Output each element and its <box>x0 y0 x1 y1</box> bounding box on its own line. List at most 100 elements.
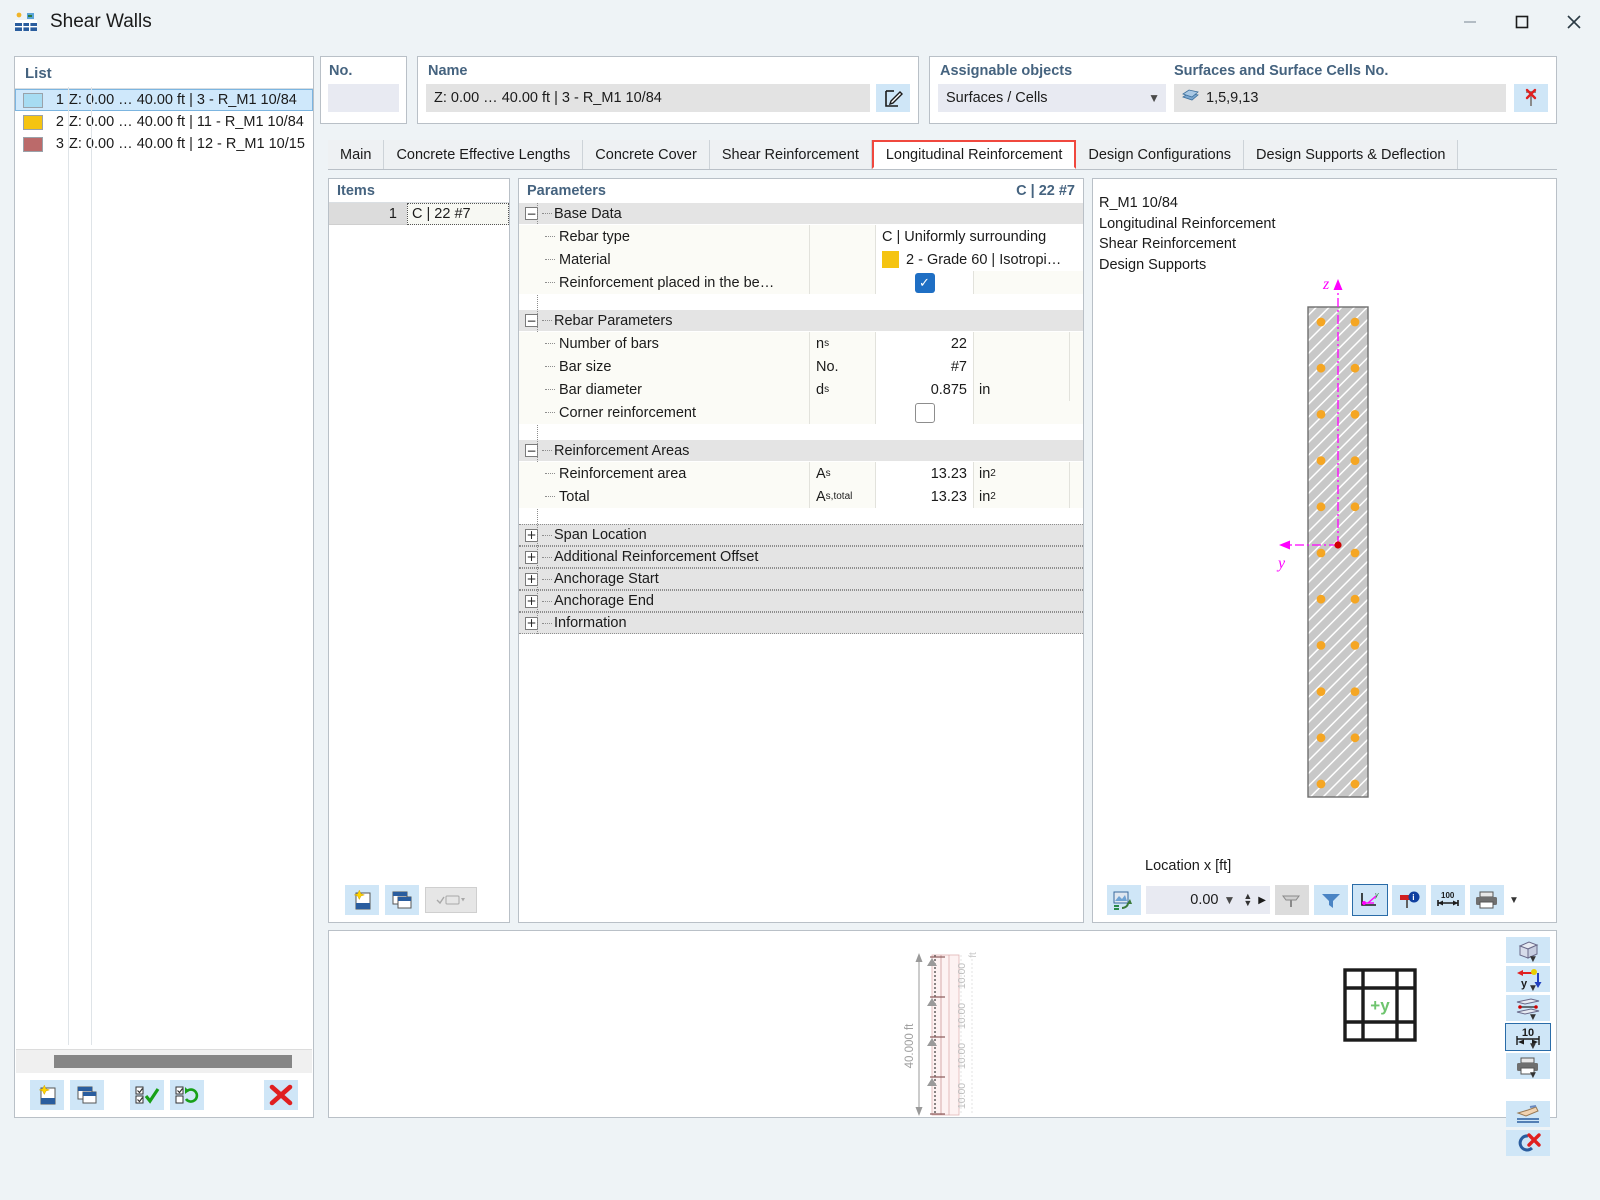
parameter-value: #7 <box>951 359 967 375</box>
group-spacer <box>519 294 1083 310</box>
axis-dropdown-icon[interactable]: ▼ <box>1528 975 1538 1001</box>
axis-orientation-widget[interactable]: +y <box>1342 967 1418 1047</box>
parameter-row[interactable]: Material2 - Grade 60 | Isotropi… <box>519 248 1083 271</box>
funnel-icon[interactable] <box>1314 885 1348 915</box>
rebar-dot <box>1317 780 1326 789</box>
new-item-button[interactable] <box>345 885 379 915</box>
surfaces-value: 1,5,9,13 <box>1206 90 1258 106</box>
list-item[interactable]: 2Z: 0.00 … 40.00 ft | 11 - R_M1 10/84 <box>15 111 313 133</box>
parameter-row[interactable]: Rebar typeC | Uniformly surrounding <box>519 225 1083 248</box>
unit-superscript: 2 <box>990 491 996 502</box>
edit-pencil-icon[interactable] <box>876 84 910 112</box>
parameter-row[interactable]: Corner reinforcement <box>519 401 1083 424</box>
parameter-group-header[interactable]: −Reinforcement Areas <box>519 440 1083 462</box>
parameter-row[interactable]: Reinforcement areaAs13.23in2 <box>519 462 1083 485</box>
list-item[interactable]: 1Z: 0.00 … 40.00 ft | 3 - R_M1 10/84 <box>15 89 313 111</box>
delete-button[interactable] <box>264 1080 298 1110</box>
list-item[interactable]: 3Z: 0.00 … 40.00 ft | 12 - R_M1 10/15 <box>15 133 313 155</box>
parameter-value-cell[interactable]: 13.23 <box>875 485 973 508</box>
item-dropdown-button[interactable] <box>425 887 477 913</box>
parameter-group-header[interactable]: −Base Data <box>519 203 1083 225</box>
tab-longitudinal-reinforcement[interactable]: Longitudinal Reinforcement <box>872 140 1077 169</box>
cube-dropdown-icon[interactable]: ▼ <box>1528 946 1538 972</box>
surfaces-label: Surfaces and Surface Cells No. <box>1174 57 1388 84</box>
parameter-value-cell[interactable]: #7 <box>875 355 973 378</box>
close-red-x-icon[interactable] <box>1506 1130 1550 1156</box>
no-input[interactable] <box>328 84 399 112</box>
name-input[interactable]: Z: 0.00 … 40.00 ft | 3 - R_M1 10/84 <box>426 84 870 112</box>
parameter-checkbox-cell[interactable] <box>875 401 973 424</box>
parameter-row[interactable]: Reinforcement placed in the be…✓ <box>519 271 1083 294</box>
printer-dropdown-icon[interactable]: ▼ <box>1509 895 1519 906</box>
item-value[interactable]: C | 22 #7 <box>407 203 509 225</box>
parameter-row[interactable]: Bar diameterds0.875in <box>519 378 1083 401</box>
parameter-symbol: No. <box>809 355 875 378</box>
tree-dash <box>542 535 552 536</box>
rebar-dot <box>1317 364 1326 373</box>
maximize-button[interactable] <box>1496 0 1548 44</box>
scrollbar-thumb[interactable] <box>54 1055 292 1068</box>
parameter-checkbox-cell[interactable]: ✓ <box>875 271 973 294</box>
rebar-dot <box>1317 595 1326 604</box>
local-axes-icon[interactable]: y <box>1353 885 1387 915</box>
parameter-group-header-collapsed[interactable]: +Anchorage End <box>519 590 1083 612</box>
parameter-value-cell[interactable]: 22 <box>875 332 973 355</box>
assignable-objects-select[interactable]: Surfaces / Cells ▼ <box>938 84 1166 112</box>
copy-item-button[interactable] <box>70 1080 104 1110</box>
export-picture-icon[interactable] <box>1107 885 1141 915</box>
section-cut-icon[interactable] <box>1275 885 1309 915</box>
parameter-group-header-collapsed[interactable]: +Anchorage Start <box>519 568 1083 590</box>
parameter-empty-cell <box>973 401 1083 424</box>
invert-selection-button[interactable] <box>170 1080 204 1110</box>
parameter-group-header-collapsed[interactable]: +Information <box>519 612 1083 634</box>
tab-design-configurations[interactable]: Design Configurations <box>1076 140 1244 169</box>
list-item-label: Z: 0.00 … 40.00 ft | 3 - R_M1 10/84 <box>69 92 297 108</box>
dimension-100-icon[interactable]: 100 <box>1431 885 1465 915</box>
parameter-value-cell[interactable]: C | Uniformly surrounding <box>875 225 1083 248</box>
parameter-group-header-collapsed[interactable]: +Span Location <box>519 524 1083 546</box>
parameter-row[interactable]: Bar sizeNo.#7 <box>519 355 1083 378</box>
parameter-value-cell[interactable]: 0.875 <box>875 378 973 401</box>
minimize-button[interactable] <box>1444 0 1496 44</box>
parameter-row[interactable]: Number of barsns22 <box>519 332 1083 355</box>
tree-dash <box>542 213 552 214</box>
tab-concrete-cover[interactable]: Concrete Cover <box>583 140 710 169</box>
parameter-value: 13.23 <box>931 489 967 505</box>
list-horizontal-scrollbar[interactable] <box>16 1049 312 1073</box>
scale-dropdown-icon[interactable]: ▼ <box>1528 1033 1538 1059</box>
rebar-dot <box>1351 410 1360 419</box>
info-pin-icon[interactable]: i <box>1392 885 1426 915</box>
parameter-row[interactable]: TotalAs,total13.23in2 <box>519 485 1083 508</box>
parameter-group-header-collapsed[interactable]: +Additional Reinforcement Offset <box>519 546 1083 568</box>
parameter-group-header[interactable]: −Rebar Parameters <box>519 310 1083 332</box>
chevron-down-icon[interactable]: ▼ <box>1223 893 1235 907</box>
new-item-button[interactable] <box>30 1080 64 1110</box>
parameter-value-cell[interactable]: 13.23 <box>875 462 973 485</box>
close-button[interactable] <box>1548 0 1600 44</box>
model-3d-view[interactable]: 40.000 ft 10.00 10.00 10.00 10.00 ft +y … <box>328 930 1557 1118</box>
location-x-spinner[interactable]: 0.00 ▼ ▲▼ ▶ <box>1146 886 1270 914</box>
tab-shear-reinforcement[interactable]: Shear Reinforcement <box>710 140 872 169</box>
spinner-next-icon[interactable]: ▶ <box>1258 895 1266 906</box>
select-all-button[interactable] <box>130 1080 164 1110</box>
pick-cancel-icon[interactable] <box>1514 84 1548 112</box>
section-dropdown-icon[interactable]: ▼ <box>1528 1004 1538 1030</box>
tab-concrete-effective-lengths[interactable]: Concrete Effective Lengths <box>384 140 583 169</box>
tree-tick <box>545 412 555 413</box>
printer-icon[interactable] <box>1470 885 1504 915</box>
checked-checkbox-icon[interactable]: ✓ <box>915 273 935 293</box>
parameter-symbol: ns <box>809 332 875 355</box>
copy-item-button[interactable] <box>385 885 419 915</box>
print-dropdown-icon[interactable]: ▼ <box>1528 1062 1538 1088</box>
result-info-lines: R_M1 10/84Longitudinal ReinforcementShea… <box>1093 179 1556 275</box>
tab-main[interactable]: Main <box>328 140 384 169</box>
tab-design-supports-deflection[interactable]: Design Supports & Deflection <box>1244 140 1458 169</box>
hand-pointer-icon[interactable] <box>1506 1101 1550 1127</box>
table-row[interactable]: 1C | 22 #7 <box>329 203 509 225</box>
surfaces-input[interactable]: 1,5,9,13 <box>1174 84 1506 112</box>
spinner-arrows[interactable]: ▲ ▼ <box>1243 893 1252 907</box>
parameter-label: Reinforcement area <box>519 462 809 485</box>
unchecked-checkbox-icon[interactable] <box>915 403 935 423</box>
parameter-value-cell[interactable]: 2 - Grade 60 | Isotropi… <box>875 248 1083 271</box>
title-bar: Shear Walls <box>0 0 1600 44</box>
